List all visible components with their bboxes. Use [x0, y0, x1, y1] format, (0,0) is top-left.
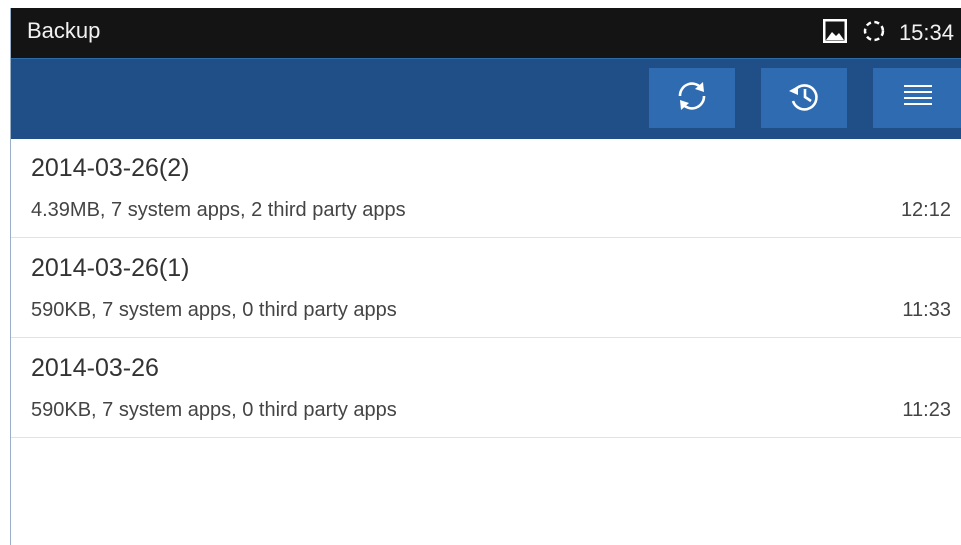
sync-indicator-icon — [861, 18, 887, 49]
restore-button[interactable] — [761, 68, 847, 128]
menu-icon — [898, 76, 938, 121]
backup-title: 2014-03-26 — [31, 354, 159, 382]
backup-time: 12:12 — [900, 199, 951, 221]
menu-button[interactable] — [873, 68, 961, 128]
backup-list: 2014-03-26(2) 4.39MB, 7 system apps, 2 t… — [11, 138, 961, 438]
backup-row[interactable]: 2014-03-26(1) 590KB, 7 system apps, 0 th… — [11, 238, 961, 338]
backup-title: 2014-03-26(2) — [31, 154, 190, 182]
backup-details: 590KB, 7 system apps, 0 third party apps — [31, 299, 397, 321]
app-title: Backup — [27, 18, 101, 43]
backup-title: 2014-03-26(1) — [31, 254, 190, 282]
refresh-button[interactable] — [649, 68, 735, 128]
status-icons: 15:34 — [821, 8, 954, 58]
backup-row[interactable]: 2014-03-26 590KB, 7 system apps, 0 third… — [11, 338, 961, 438]
refresh-icon — [672, 76, 712, 121]
restore-history-icon — [784, 76, 824, 121]
status-clock: 15:34 — [898, 20, 954, 45]
backup-time: 11:33 — [902, 299, 951, 321]
backup-row[interactable]: 2014-03-26(2) 4.39MB, 7 system apps, 2 t… — [11, 138, 961, 238]
action-bar — [11, 58, 961, 139]
image-notification-icon — [821, 17, 849, 50]
status-bar: Backup 15:34 — [11, 8, 961, 58]
backup-details: 4.39MB, 7 system apps, 2 third party app… — [31, 199, 406, 221]
app-window: Backup 15:34 2014-03-26(2) 4.39MB, 7 sys… — [10, 8, 961, 545]
backup-time: 11:23 — [902, 399, 951, 421]
backup-details: 590KB, 7 system apps, 0 third party apps — [31, 399, 397, 421]
